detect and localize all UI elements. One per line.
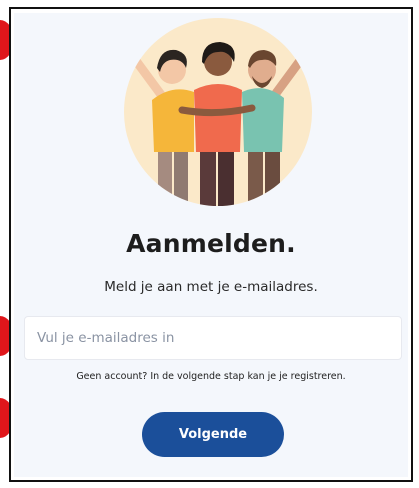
friends-illustration-svg [129, 42, 307, 206]
registration-hint: Geen account? In de volgende stap kan je… [76, 371, 346, 382]
next-button[interactable]: Volgende [142, 412, 284, 457]
email-input[interactable] [24, 316, 402, 360]
page-title: Aanmelden. [126, 229, 296, 258]
page-subtitle: Meld je aan met je e-mailadres. [104, 279, 318, 295]
friends-group-illustration [124, 18, 312, 206]
